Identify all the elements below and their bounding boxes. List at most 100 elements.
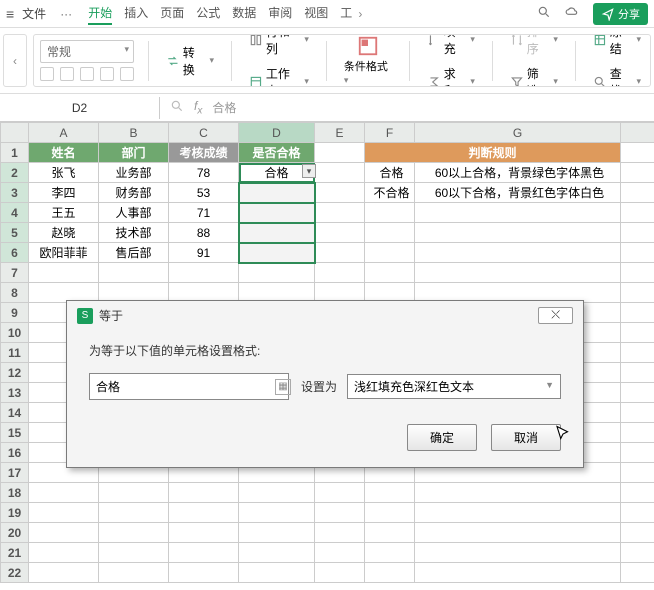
ribbon-prev[interactable]: ‹ xyxy=(3,34,27,87)
formula-bar: D2 fx 合格 xyxy=(0,94,654,122)
formula-value[interactable]: 合格 xyxy=(212,99,236,116)
value-input[interactable]: 合格 xyxy=(89,373,289,400)
dialog-close-button[interactable]: ⤬ xyxy=(538,307,573,324)
cell[interactable]: 91 xyxy=(169,243,239,263)
select-all-corner[interactable] xyxy=(1,123,29,143)
dialog-prompt: 为等于以下值的单元格设置格式: xyxy=(89,342,561,359)
tab-formula[interactable]: 公式 xyxy=(196,2,220,25)
cancel-button[interactable]: 取消 xyxy=(491,424,561,451)
tab-data[interactable]: 数据 xyxy=(232,2,256,25)
set-as-label: 设置为 xyxy=(301,378,337,395)
col-header[interactable]: B xyxy=(99,123,169,143)
find-button[interactable]: 查找▾ xyxy=(590,63,644,88)
cell[interactable] xyxy=(315,183,365,203)
percent-icon[interactable] xyxy=(60,67,74,81)
format-preset-select[interactable]: 浅红填充色深红色文本▼ xyxy=(347,374,561,399)
cell[interactable] xyxy=(239,203,315,223)
ok-button[interactable]: 确定 xyxy=(407,424,477,451)
filter-button[interactable]: 筛选▾ xyxy=(507,63,561,88)
worksheet-button[interactable]: 工作表▾ xyxy=(246,63,312,88)
col-header[interactable]: E xyxy=(315,123,365,143)
row-header[interactable]: 6 xyxy=(1,243,29,263)
cell[interactable]: 部门 xyxy=(99,143,169,163)
share-button[interactable]: 分享 xyxy=(593,3,648,25)
cell[interactable] xyxy=(239,243,315,263)
cell[interactable]: 78 xyxy=(169,163,239,183)
freeze-button[interactable]: 冻结▾ xyxy=(590,34,644,59)
cell[interactable] xyxy=(239,183,315,203)
menubar: ≡ 文件 ··· 开始 插入 页面 公式 数据 审阅 视图 工 › 分享 xyxy=(0,0,654,28)
row-header[interactable]: 1 xyxy=(1,143,29,163)
divider xyxy=(148,41,149,81)
cell[interactable]: 姓名 xyxy=(29,143,99,163)
cell[interactable]: 人事部 xyxy=(99,203,169,223)
cell[interactable] xyxy=(315,143,365,163)
cell[interactable]: 欧阳菲菲 xyxy=(29,243,99,263)
cell[interactable]: 合格 xyxy=(365,163,415,183)
cell[interactable]: 业务部 xyxy=(99,163,169,183)
cell[interactable]: 李四 xyxy=(29,183,99,203)
cloud-icon[interactable] xyxy=(565,5,579,22)
tab-insert[interactable]: 插入 xyxy=(124,2,148,25)
cell[interactable] xyxy=(315,243,365,263)
currency-icon[interactable] xyxy=(40,67,54,81)
cell[interactable] xyxy=(315,223,365,243)
tab-review[interactable]: 审阅 xyxy=(268,2,292,25)
cell[interactable]: 考核成绩 xyxy=(169,143,239,163)
number-format-select[interactable]: 常规▾ xyxy=(40,40,134,63)
row-header[interactable]: 2 xyxy=(1,163,29,183)
cell[interactable]: 判断规则 xyxy=(365,143,621,163)
cell[interactable]: 不合格 xyxy=(365,183,415,203)
cell[interactable] xyxy=(315,163,365,183)
cell-dropdown-icon[interactable]: ▾ xyxy=(302,164,316,178)
col-header[interactable]: G xyxy=(415,123,621,143)
col-header[interactable]: A xyxy=(29,123,99,143)
name-box[interactable]: D2 xyxy=(0,97,160,119)
sort-button[interactable]: 排序▾ xyxy=(507,34,561,59)
cell[interactable]: 技术部 xyxy=(99,223,169,243)
tabs-next-icon[interactable]: › xyxy=(358,7,362,21)
dialog-app-icon: S xyxy=(77,308,93,324)
cell[interactable]: 是否合格 xyxy=(239,143,315,163)
more-menu[interactable]: ··· xyxy=(54,7,78,21)
dec-dec-icon[interactable] xyxy=(120,67,134,81)
comma-icon[interactable] xyxy=(80,67,94,81)
condfmt-button[interactable]: 条件格式▾ xyxy=(341,34,395,87)
cell[interactable]: 88 xyxy=(169,223,239,243)
cell[interactable]: 60以下合格，背景红色字体白色 xyxy=(415,183,621,203)
tab-tools[interactable]: 工 xyxy=(340,2,352,25)
col-header[interactable]: C xyxy=(169,123,239,143)
cell[interactable]: 王五 xyxy=(29,203,99,223)
sum-button[interactable]: 求和▾ xyxy=(424,63,478,88)
cell[interactable]: 财务部 xyxy=(99,183,169,203)
row-header[interactable]: 4 xyxy=(1,203,29,223)
range-picker-icon[interactable]: ▦ xyxy=(275,379,291,395)
col-header[interactable]: F xyxy=(365,123,415,143)
cell[interactable]: 53 xyxy=(169,183,239,203)
cell[interactable]: 张飞 xyxy=(29,163,99,183)
convert-button[interactable]: 转换▾ xyxy=(163,42,217,80)
fill-button[interactable]: 填充▾ xyxy=(424,34,478,59)
ribbon-tabs: 开始 插入 页面 公式 数据 审阅 视图 工 xyxy=(88,2,352,25)
tab-view[interactable]: 视图 xyxy=(304,2,328,25)
file-menu[interactable]: 文件 xyxy=(18,5,50,22)
fx-icon[interactable]: fx xyxy=(194,99,202,116)
cell[interactable] xyxy=(239,223,315,243)
dialog-title: 等于 xyxy=(99,307,123,324)
cell[interactable]: 赵晓 xyxy=(29,223,99,243)
tab-page[interactable]: 页面 xyxy=(160,2,184,25)
row-header[interactable]: 3 xyxy=(1,183,29,203)
cell[interactable]: 售后部 xyxy=(99,243,169,263)
dec-inc-icon[interactable] xyxy=(100,67,114,81)
col-header[interactable]: D xyxy=(239,123,315,143)
search-icon[interactable] xyxy=(537,5,551,22)
cell[interactable]: 71 xyxy=(169,203,239,223)
share-label: 分享 xyxy=(618,6,640,22)
row-header[interactable]: 5 xyxy=(1,223,29,243)
app-menu-icon[interactable]: ≡ xyxy=(6,6,14,22)
tab-start[interactable]: 开始 xyxy=(88,2,112,25)
cell[interactable] xyxy=(315,203,365,223)
cell[interactable]: 60以上合格，背景绿色字体黑色 xyxy=(415,163,621,183)
rowcol-button[interactable]: 行和列▾ xyxy=(246,34,312,59)
cancel-edit-icon[interactable] xyxy=(170,99,184,116)
